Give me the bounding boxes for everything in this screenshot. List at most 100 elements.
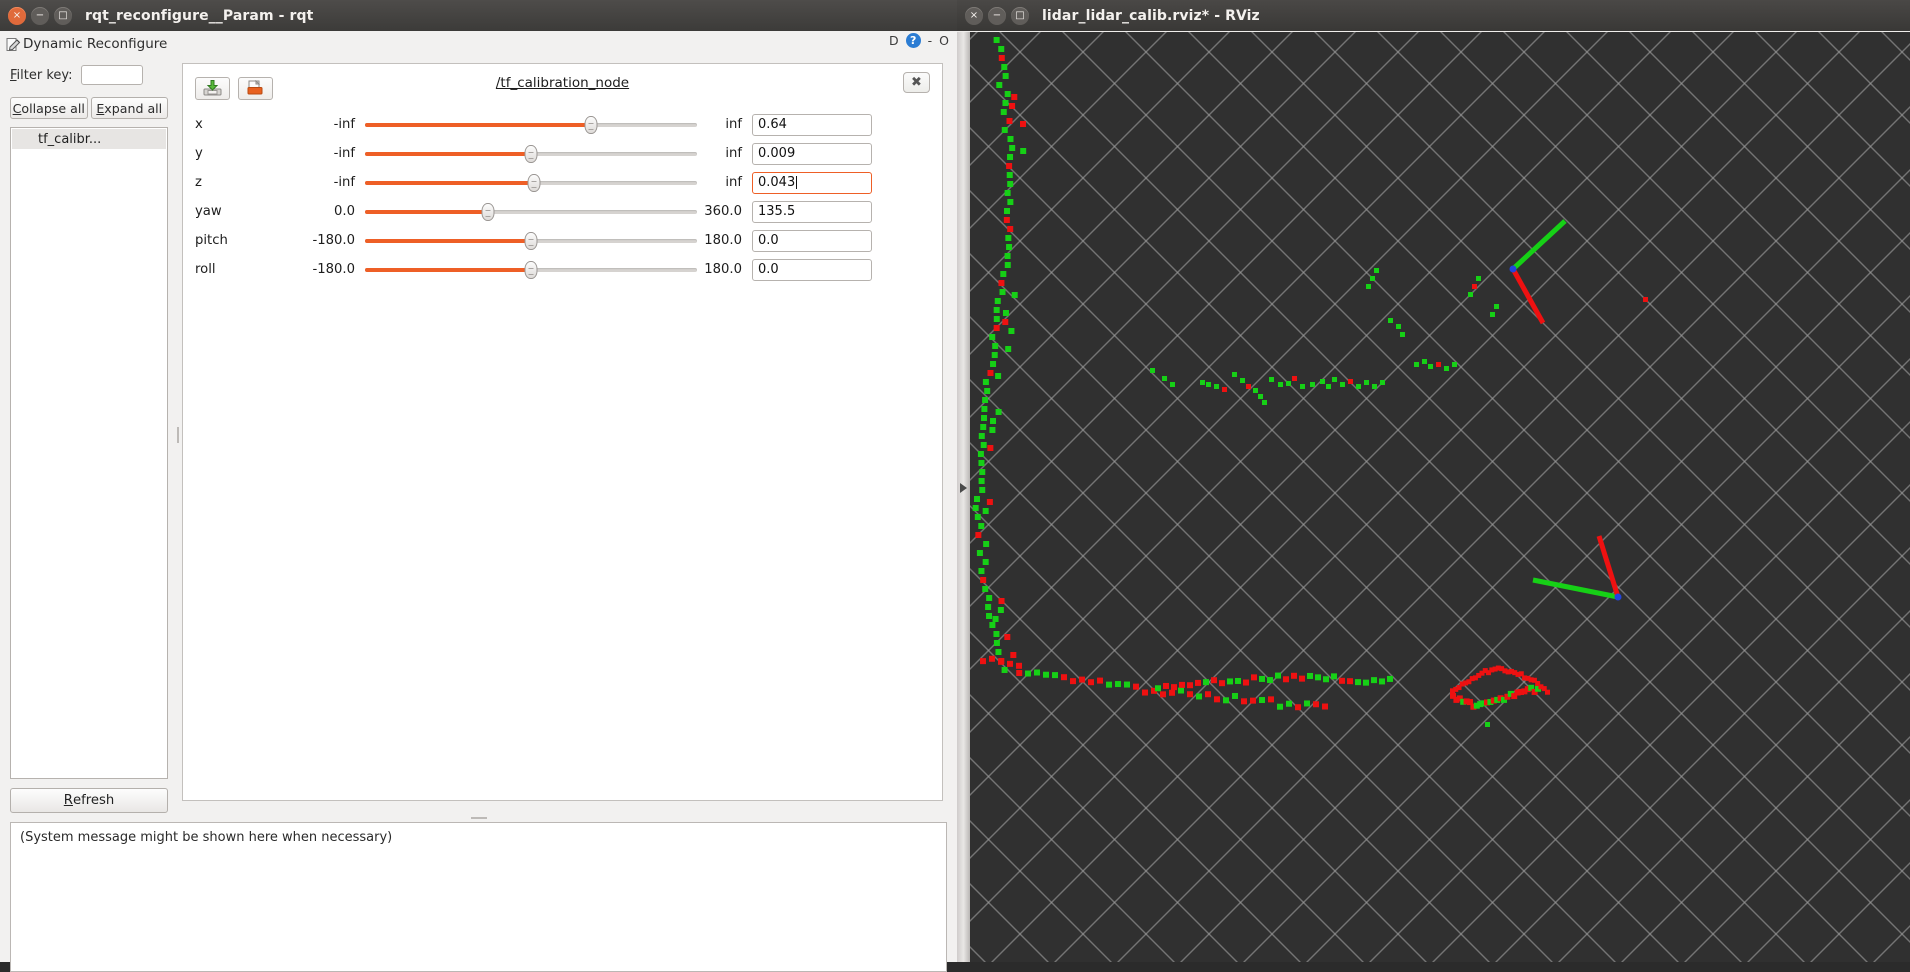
rviz-close-button[interactable]: ×: [965, 6, 983, 25]
expand-panel-arrow-icon[interactable]: [960, 483, 967, 493]
param-max-z: inf: [725, 175, 742, 190]
slider-fill: [365, 238, 531, 243]
filter-key-text: ilter key:: [16, 67, 73, 83]
param-slider-pitch[interactable]: [365, 231, 697, 250]
rqt-window-title: rqt_reconfigure__Param - rqt: [85, 7, 314, 24]
slider-knob[interactable]: [584, 115, 598, 134]
slider-knob[interactable]: [527, 173, 541, 192]
filter-key-input[interactable]: [80, 65, 143, 85]
rqt-window-controls: × − □: [8, 6, 72, 25]
expand-all-button[interactable]: Expand all: [90, 97, 168, 119]
refresh-label: efresh: [72, 793, 115, 808]
param-label-x: x: [195, 117, 203, 132]
slider-fill: [365, 180, 535, 185]
param-max-roll: 180.0: [704, 262, 742, 277]
horizontal-splitter[interactable]: [10, 813, 947, 822]
param-value-input-roll[interactable]: 0.0: [752, 258, 872, 281]
slider-fill: [365, 122, 591, 127]
param-label-pitch: pitch: [195, 233, 228, 248]
param-value-text-x: 0.64: [758, 117, 787, 132]
system-message-box[interactable]: (System message might be shown here when…: [10, 822, 947, 972]
param-max-yaw: 360.0: [704, 204, 742, 219]
param-value-input-x[interactable]: 0.64: [752, 113, 872, 136]
parameters-toolbar: /tf_calibration_node ✖: [183, 64, 942, 104]
rviz-window: × − □ lidar_lidar_calib.rviz* - RViz Int…: [957, 0, 1910, 962]
pencil-document-icon: [6, 37, 21, 52]
rviz-maximize-button[interactable]: □: [1011, 6, 1029, 25]
param-max-x: inf: [725, 117, 742, 132]
text-caret: [796, 176, 798, 189]
param-min-roll: -180.0: [312, 262, 355, 277]
expand-label: xpand all: [104, 100, 163, 116]
param-min-y: -inf: [333, 146, 355, 161]
param-label-z: z: [195, 175, 202, 190]
param-min-pitch: -180.0: [312, 233, 355, 248]
param-min-z: -inf: [333, 175, 355, 190]
slider-fill: [365, 209, 488, 214]
parameter-rows: x -inf inf 0.64 y -inf inf 0.009 z -inf inf 0.043 ya…: [183, 104, 942, 284]
param-value-text-pitch: 0.0: [758, 233, 779, 248]
rviz-minimize-button[interactable]: −: [988, 6, 1006, 25]
filter-row: Filter key:: [10, 65, 168, 85]
panel-collapse-strip[interactable]: [957, 32, 970, 962]
plugin-window-actions: D ? - O: [889, 33, 949, 48]
collapse-label: ollapse all: [21, 100, 85, 116]
param-value-input-z[interactable]: 0.043: [752, 171, 872, 194]
param-row-y: y -inf inf 0.009: [183, 139, 942, 168]
plugin-title: Dynamic Reconfigure: [23, 36, 168, 52]
close-node-panel-button[interactable]: ✖: [903, 72, 930, 93]
param-row-x: x -inf inf 0.64: [183, 110, 942, 139]
tree-item-tf-calibration[interactable]: tf_calibr...: [12, 129, 166, 149]
param-value-text-z: 0.043: [758, 175, 796, 190]
tree-controls: Collapse all Expand all: [10, 97, 168, 119]
slider-knob[interactable]: [524, 144, 538, 163]
point-cloud-scene[interactable]: [970, 32, 1910, 962]
node-name-label: /tf_calibration_node: [495, 75, 630, 91]
rviz-window-controls: × − □: [965, 6, 1029, 25]
rviz-3d-viewport[interactable]: [957, 32, 1910, 962]
param-max-y: inf: [725, 146, 742, 161]
param-label-y: y: [195, 146, 203, 161]
param-min-yaw: 0.0: [334, 204, 355, 219]
slider-knob[interactable]: [524, 231, 538, 250]
param-row-pitch: pitch -180.0 180.0 0.0: [183, 226, 942, 255]
rqt-minimize-button[interactable]: −: [31, 6, 49, 25]
param-row-roll: roll -180.0 180.0 0.0: [183, 255, 942, 284]
dock-icon[interactable]: D: [889, 33, 899, 48]
rviz-window-title: lidar_lidar_calib.rviz* - RViz: [1042, 7, 1260, 24]
slider-fill: [365, 151, 531, 156]
param-row-yaw: yaw 0.0 360.0 135.5: [183, 197, 942, 226]
param-value-input-yaw[interactable]: 135.5: [752, 200, 872, 223]
param-value-input-y[interactable]: 0.009: [752, 142, 872, 165]
help-icon[interactable]: ?: [905, 33, 921, 48]
node-tree[interactable]: tf_calibr...: [10, 127, 168, 779]
slider-knob[interactable]: [524, 260, 538, 279]
collapse-mnemonic: C: [12, 100, 22, 116]
filter-key-label: Filter key:: [10, 68, 73, 83]
rqt-body: Filter key: Collapse all Expand all tf_c…: [0, 57, 957, 813]
slider-knob[interactable]: [481, 202, 495, 221]
param-slider-z[interactable]: [365, 173, 697, 192]
plugin-maximize-icon[interactable]: O: [939, 33, 949, 48]
rqt-close-button[interactable]: ×: [8, 6, 26, 25]
slider-fill: [365, 267, 531, 272]
param-row-z: z -inf inf 0.043: [183, 168, 942, 197]
param-slider-yaw[interactable]: [365, 202, 697, 221]
rqt-titlebar: × − □ rqt_reconfigure__Param - rqt: [0, 0, 957, 31]
collapse-all-button[interactable]: Collapse all: [10, 97, 88, 119]
param-slider-x[interactable]: [365, 115, 697, 134]
param-label-yaw: yaw: [195, 204, 222, 219]
param-slider-y[interactable]: [365, 144, 697, 163]
param-max-pitch: 180.0: [704, 233, 742, 248]
vertical-splitter[interactable]: [174, 57, 182, 813]
parameters-pane: /tf_calibration_node ✖ x -inf inf 0.64 y -inf…: [182, 63, 943, 801]
param-slider-roll[interactable]: [365, 260, 697, 279]
plugin-minimize-icon[interactable]: -: [928, 33, 933, 48]
param-value-input-pitch[interactable]: 0.0: [752, 229, 872, 252]
rviz-titlebar: × − □ lidar_lidar_calib.rviz* - RViz: [957, 0, 1910, 31]
rqt-maximize-button[interactable]: □: [54, 6, 72, 25]
expand-mnemonic: E: [96, 100, 105, 116]
dynamic-reconfigure-plugin-bar: Dynamic Reconfigure D ? - O: [0, 31, 957, 57]
param-value-text-yaw: 135.5: [758, 204, 796, 219]
refresh-button[interactable]: Refresh: [10, 788, 168, 813]
